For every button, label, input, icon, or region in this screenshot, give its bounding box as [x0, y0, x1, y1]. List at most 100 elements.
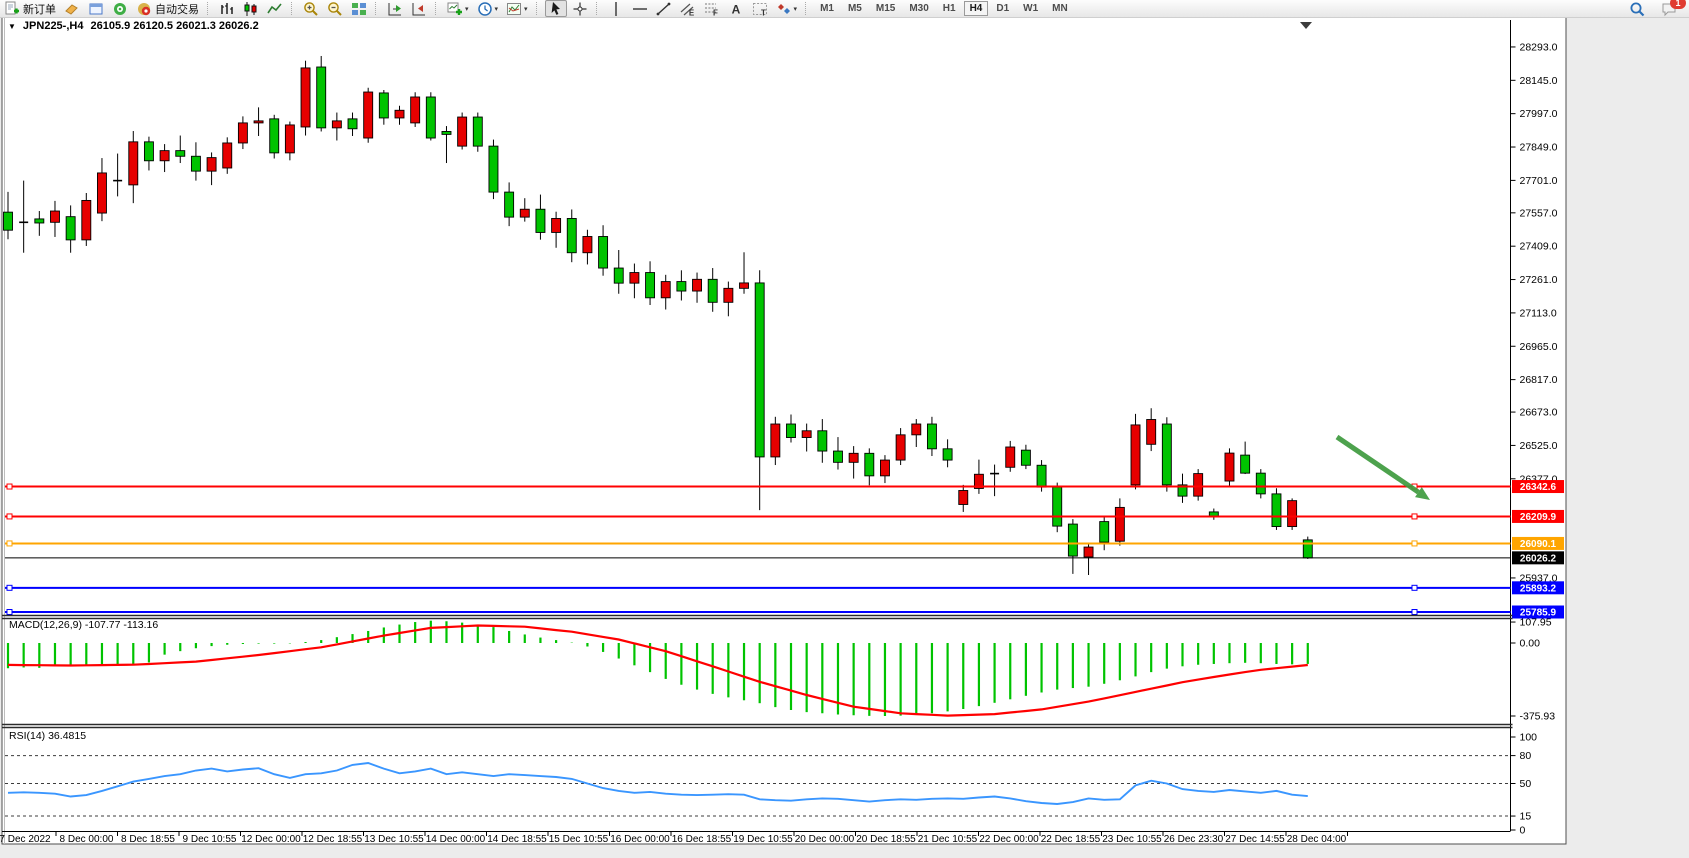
price-tick-label: 26673.0	[1520, 407, 1558, 419]
signals-button[interactable]	[109, 0, 131, 17]
new-order-button-label: 新订单	[23, 1, 56, 17]
time-tick-label: 8 Dec 18:55	[121, 834, 175, 845]
time-tick-label: 9 Dec 10:55	[183, 834, 237, 845]
text-icon: A	[728, 1, 744, 17]
candle	[708, 279, 717, 302]
chart-collapse-icon[interactable]: ▼	[8, 22, 16, 31]
crosshair-button[interactable]	[569, 0, 591, 17]
new-chart-icon	[447, 1, 463, 17]
line-handle[interactable]	[1412, 541, 1417, 546]
chart-shift-button[interactable]	[408, 0, 430, 17]
line-handle[interactable]	[7, 541, 12, 546]
autotrading-button[interactable]: 自动交易	[133, 0, 202, 17]
channel-icon: E	[680, 1, 696, 17]
price-tick-label: 27261.0	[1520, 274, 1558, 286]
candle	[849, 453, 858, 462]
timeframe-h4-button[interactable]: H4	[964, 1, 989, 16]
templates-button[interactable]: ▾	[503, 0, 531, 17]
text-label-button[interactable]: T	[749, 0, 771, 17]
horizontal-line-button[interactable]	[629, 0, 651, 17]
chart-ohlc-values: 26105.9 26120.5 26021.3 26026.2	[90, 20, 258, 32]
timeframe-m30-button[interactable]: M30	[903, 1, 934, 16]
vertical-line-button[interactable]	[605, 0, 627, 17]
candle	[1037, 465, 1046, 487]
arrows-button[interactable]: ▾	[773, 0, 801, 17]
timeframe-m5-button[interactable]: M5	[842, 1, 868, 16]
chart-window	[2, 17, 1566, 844]
timeframe-w1-button[interactable]: W1	[1017, 1, 1044, 16]
timeframe-mn-button[interactable]: MN	[1046, 1, 1074, 16]
eraser-button[interactable]	[61, 0, 83, 17]
candle	[1162, 424, 1171, 485]
candle	[1053, 487, 1062, 526]
line-handle[interactable]	[1412, 585, 1417, 590]
periods-button[interactable]: ▾	[474, 0, 502, 17]
toolbar-separator	[375, 2, 380, 15]
candle	[552, 218, 561, 232]
time-tick-label: 14 Dec 18:55	[487, 834, 547, 845]
notifications-button[interactable]: 1	[1658, 0, 1680, 17]
candle	[442, 131, 451, 134]
window-icon	[88, 1, 104, 17]
trendline-button[interactable]	[653, 0, 675, 17]
time-tick-label: 23 Dec 10:55	[1102, 834, 1162, 845]
time-tick-label: 22 Dec 18:55	[1041, 834, 1101, 845]
autoscroll-icon	[387, 1, 403, 17]
fibonacci-button[interactable]: F	[701, 0, 723, 17]
zoom-out-button[interactable]	[324, 0, 346, 17]
tile-icon	[351, 1, 367, 17]
toolbar-group	[215, 0, 287, 17]
equidistant-channel-button[interactable]: E	[677, 0, 699, 17]
auto-scroll-button[interactable]	[384, 0, 406, 17]
chart-area: 28293.028145.027997.027849.027701.027557…	[0, 0, 1689, 858]
timeframe-d1-button[interactable]: D1	[990, 1, 1015, 16]
new-chart-button[interactable]: ▾	[444, 0, 472, 17]
line-handle[interactable]	[7, 484, 12, 489]
open-chart-window-button[interactable]	[85, 0, 107, 17]
candle	[646, 273, 655, 298]
candle	[473, 117, 482, 146]
macd-label: MACD(12,26,9) -107.77 -113.16	[9, 619, 158, 631]
zoom-in-button[interactable]	[300, 0, 322, 17]
hline-icon	[632, 1, 648, 17]
candle	[254, 121, 263, 123]
candle	[959, 490, 968, 504]
price-tick-label: 26965.0	[1520, 341, 1558, 353]
line-handle[interactable]	[1412, 610, 1417, 615]
candle	[1194, 474, 1203, 497]
signal-icon	[112, 1, 128, 17]
tile-windows-button[interactable]	[348, 0, 370, 17]
new-order-button[interactable]: 新订单	[1, 0, 59, 17]
candle	[896, 435, 905, 460]
line-handle[interactable]	[7, 610, 12, 615]
candlestick-chart-button[interactable]	[240, 0, 262, 17]
rsi-tick-label: 0	[1520, 825, 1526, 837]
time-tick-label: 7 Dec 2022	[0, 834, 51, 845]
price-tick-label: 27409.0	[1520, 241, 1558, 253]
candle	[426, 97, 435, 138]
price-tick-label: 27701.0	[1520, 175, 1558, 187]
candle	[35, 219, 44, 223]
line-handle[interactable]	[1412, 514, 1417, 519]
toolbar-group: EFAT▾	[604, 0, 802, 17]
line-chart-button[interactable]	[264, 0, 286, 17]
toolbar-separator	[291, 2, 296, 15]
timeframe-m15-button[interactable]: M15	[870, 1, 901, 16]
timeframe-m1-button[interactable]: M1	[814, 1, 840, 16]
cursor-button[interactable]	[545, 0, 567, 17]
rsi-tick-label: 80	[1520, 750, 1532, 762]
rsi-tick-label: 15	[1520, 811, 1532, 823]
timeframe-h1-button[interactable]: H1	[937, 1, 962, 16]
text-button[interactable]: A	[725, 0, 747, 17]
eraser-icon	[64, 1, 80, 17]
macd-tick-label: 0.00	[1520, 638, 1541, 650]
toolbar: 新订单自动交易▾▾▾EFAT▾M1M5M15M30H1H4D1W1MN1	[0, 0, 1689, 18]
candle	[1288, 501, 1297, 527]
macd-tick-label: 107.95	[1520, 617, 1552, 629]
bar-chart-button[interactable]	[216, 0, 238, 17]
line-handle[interactable]	[7, 514, 12, 519]
candle	[927, 424, 936, 449]
search-button[interactable]	[1626, 0, 1648, 17]
time-tick-label: 28 Dec 04:00	[1287, 834, 1347, 845]
line-handle[interactable]	[7, 585, 12, 590]
